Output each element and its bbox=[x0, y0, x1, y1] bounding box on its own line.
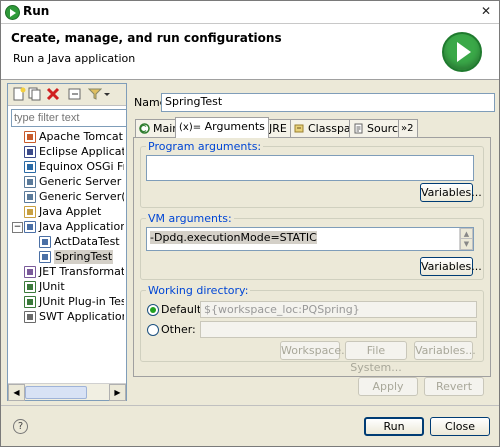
tree-item-label: Apache Tomcat bbox=[39, 130, 123, 143]
new-config-icon[interactable] bbox=[12, 87, 26, 101]
close-button[interactable]: Close bbox=[430, 417, 490, 436]
tree-item-label: ActDataTest bbox=[54, 235, 120, 248]
name-input[interactable]: SpringTest bbox=[161, 93, 495, 112]
other-dir-radio[interactable] bbox=[147, 324, 159, 336]
junit-icon bbox=[24, 281, 36, 293]
default-dir-label: Default: bbox=[161, 303, 205, 316]
duplicate-config-icon[interactable] bbox=[28, 87, 42, 101]
filter-config-icon[interactable] bbox=[88, 87, 102, 101]
osgi-icon bbox=[24, 161, 36, 173]
applet-icon bbox=[24, 206, 36, 218]
filter-input[interactable] bbox=[11, 109, 127, 127]
header-subtitle: Run a Java application bbox=[13, 52, 136, 65]
vm-args-scrollbar[interactable]: ▲ ▼ bbox=[459, 228, 473, 250]
tree-item-label: Java Applet bbox=[39, 205, 102, 218]
config-toolbar bbox=[8, 84, 126, 106]
run-dialog: Run ✕ Create, manage, and run configurat… bbox=[0, 0, 500, 447]
arguments-tab-icon: (x)= bbox=[179, 122, 202, 133]
vm-args-textarea[interactable]: -Dpdq.executionMode=STATIC ▲ ▼ bbox=[146, 227, 474, 251]
close-icon[interactable]: ✕ bbox=[477, 3, 495, 20]
program-args-textarea[interactable] bbox=[146, 155, 474, 181]
default-dir-field: ${workspace_loc:PQSpring} bbox=[200, 301, 477, 318]
header-title: Create, manage, and run configurations bbox=[11, 31, 282, 45]
vm-args-value: -Dpdq.executionMode=STATIC bbox=[150, 231, 317, 244]
tree-item-label: Equinox OSGi Frar bbox=[39, 160, 124, 173]
collapse-all-icon[interactable] bbox=[68, 87, 82, 101]
delete-config-icon[interactable] bbox=[46, 87, 60, 101]
config-tabs: Main (x)= Arguments JRE Classpath Source… bbox=[133, 117, 489, 138]
eclipse-icon bbox=[24, 146, 36, 158]
tree-item-label: Generic Server bbox=[39, 175, 122, 188]
file-system-button[interactable]: File System... bbox=[345, 341, 407, 374]
run-banner-icon bbox=[442, 32, 482, 72]
tree-item-label: Generic Server(Ex bbox=[39, 190, 124, 203]
java-class-icon bbox=[39, 251, 51, 263]
server-icon bbox=[24, 191, 36, 203]
working-dir-variables-button[interactable]: Variables... bbox=[414, 341, 476, 360]
other-dir-field bbox=[200, 321, 477, 338]
scroll-right-icon[interactable]: ▶ bbox=[109, 384, 126, 401]
tree-item-label: JUnit bbox=[39, 280, 65, 293]
apply-button[interactable]: Apply bbox=[358, 377, 418, 396]
window-title: Run bbox=[23, 4, 50, 18]
tomcat-icon bbox=[24, 131, 36, 143]
tree-item-label: JUnit Plug-in Test bbox=[39, 295, 124, 308]
scroll-down-icon[interactable]: ▼ bbox=[460, 238, 473, 250]
tab-jre-label: JRE bbox=[269, 122, 287, 135]
classpath-tab-icon bbox=[294, 124, 304, 133]
default-dir-radio[interactable] bbox=[147, 304, 159, 316]
workspace-button[interactable]: Workspace... bbox=[280, 341, 352, 360]
tree-item-label: JET Transformatio bbox=[39, 265, 124, 278]
run-button[interactable]: Run bbox=[364, 417, 424, 436]
tab-arguments-label: Arguments bbox=[204, 120, 265, 133]
divider bbox=[1, 405, 499, 406]
main-tab-icon bbox=[139, 123, 150, 134]
help-icon[interactable]: ? bbox=[13, 419, 28, 434]
tree-item-label: Java Application bbox=[39, 220, 124, 233]
tab-main[interactable]: Main bbox=[135, 119, 179, 137]
revert-button[interactable]: Revert bbox=[424, 377, 484, 396]
program-args-variables-button[interactable]: Variables... bbox=[420, 183, 482, 202]
scroll-thumb[interactable] bbox=[25, 386, 87, 399]
source-tab-icon bbox=[354, 123, 363, 134]
java-class-icon bbox=[39, 236, 51, 248]
tree-item-label: SWT Application bbox=[39, 310, 124, 323]
chevron-down-icon[interactable] bbox=[103, 87, 111, 101]
configurations-panel: Apache Tomcat Eclipse Application Equinox … bbox=[7, 83, 127, 401]
other-dir-label: Other: bbox=[161, 323, 196, 336]
jet-icon bbox=[24, 266, 36, 278]
arguments-panel: Program arguments: Variables... VM argum… bbox=[133, 137, 491, 377]
vm-args-variables-button[interactable]: Variables... bbox=[420, 257, 482, 276]
dialog-header: Create, manage, and run configurations R… bbox=[1, 24, 499, 80]
run-icon bbox=[5, 5, 20, 20]
tab-overflow[interactable]: »2 bbox=[398, 119, 419, 137]
config-tree: Apache Tomcat Eclipse Application Equinox … bbox=[10, 130, 124, 382]
collapse-icon[interactable]: − bbox=[12, 222, 23, 233]
horizontal-scrollbar[interactable]: ◀ ▶ bbox=[8, 383, 126, 401]
tree-item-label: Eclipse Application bbox=[39, 145, 124, 158]
tree-item-label: SpringTest bbox=[54, 250, 114, 264]
tab-arguments[interactable]: (x)= Arguments bbox=[175, 117, 269, 138]
scroll-left-icon[interactable]: ◀ bbox=[8, 384, 25, 401]
title-bar: Run ✕ bbox=[1, 1, 499, 24]
java-app-icon bbox=[24, 221, 36, 233]
server-icon bbox=[24, 176, 36, 188]
program-args-legend: Program arguments: bbox=[148, 140, 262, 153]
vm-args-legend: VM arguments: bbox=[148, 212, 232, 225]
junit-plugin-icon bbox=[24, 296, 36, 308]
working-dir-legend: Working directory: bbox=[148, 284, 249, 297]
swt-icon bbox=[24, 311, 36, 323]
